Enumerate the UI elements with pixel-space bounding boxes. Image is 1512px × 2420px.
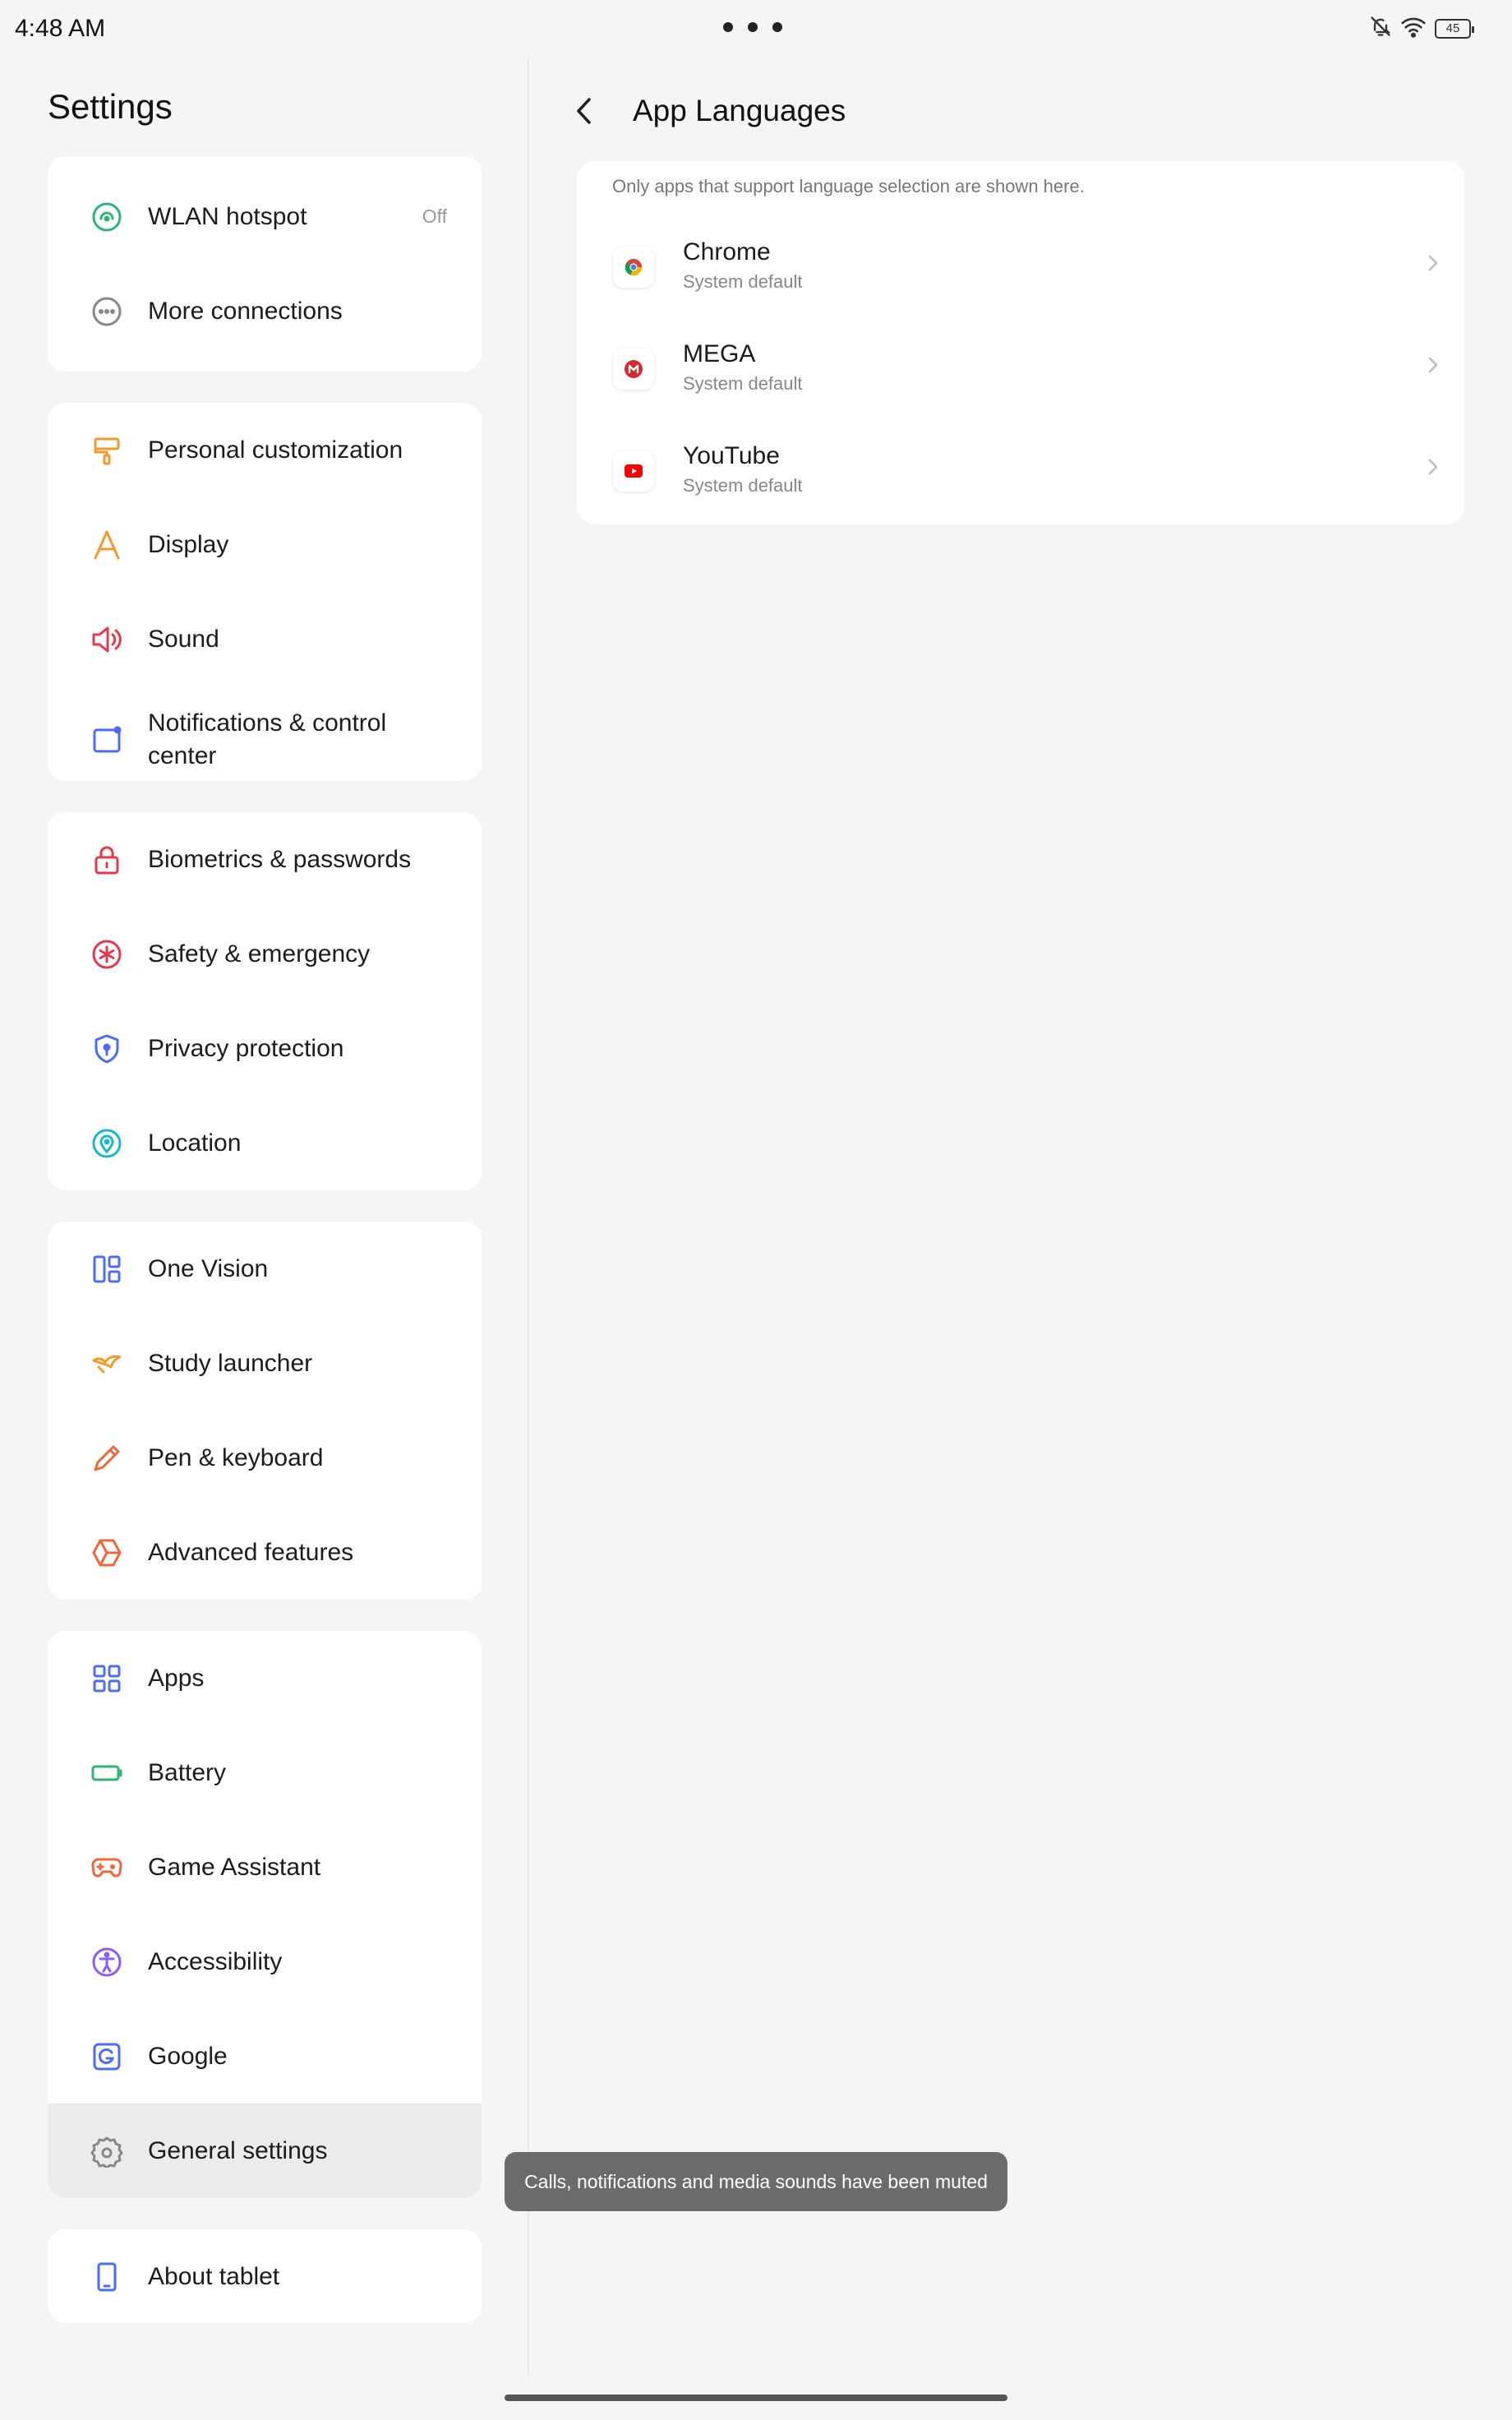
back-button[interactable] <box>559 86 608 136</box>
menu-item-about-tablet[interactable]: About tablet <box>48 2229 482 2323</box>
menu-item-pen-keyboard[interactable]: Pen & keyboard <box>48 1411 482 1505</box>
menu-item-safety-emergency[interactable]: Safety & emergency <box>48 907 482 1001</box>
gamepad-icon <box>90 1851 123 1884</box>
app-language: System default <box>683 271 803 292</box>
display-icon <box>90 529 123 561</box>
pane-divider <box>528 58 529 2376</box>
app-row-mega[interactable]: MEGA System default <box>577 316 1464 418</box>
settings-title: Settings <box>48 87 173 126</box>
page-title: App Languages <box>633 94 846 127</box>
menu-item-personal-customization[interactable]: Personal customization <box>48 403 482 497</box>
chevron-right-icon <box>1428 357 1438 373</box>
menu-item-game-assistant[interactable]: Game Assistant <box>48 1820 482 1914</box>
menu-item-location[interactable]: Location <box>48 1096 482 1190</box>
about-group: About tablet <box>48 2229 482 2323</box>
shield-icon <box>90 1032 123 1065</box>
security-group: Biometrics & passwords Safety & emergenc… <box>48 812 482 1190</box>
battery-setting-icon <box>90 1757 123 1790</box>
layout-icon <box>90 1253 123 1286</box>
menu-item-advanced-features[interactable]: Advanced features <box>48 1505 482 1600</box>
mega-icon <box>613 349 654 390</box>
apps-grid-icon <box>90 1662 123 1695</box>
accessibility-icon <box>90 1946 123 1979</box>
mute-bell-icon <box>1369 15 1392 42</box>
location-pin-icon <box>90 1127 123 1160</box>
more-connections-icon <box>90 295 123 328</box>
chevron-right-icon <box>1428 459 1438 475</box>
emergency-icon <box>90 938 123 971</box>
cube-icon <box>90 1536 123 1569</box>
chevron-left-icon <box>577 98 591 124</box>
menu-item-more-connections[interactable]: More connections <box>48 264 482 358</box>
personalization-group: Personal customization Display Sound Not… <box>48 403 482 781</box>
speaker-icon <box>90 623 123 656</box>
info-note: Only apps that support language selectio… <box>612 176 1085 196</box>
wlan-hotspot-status: Off <box>422 206 447 227</box>
google-icon <box>90 2040 123 2073</box>
chevron-right-icon <box>1428 255 1438 271</box>
lock-icon <box>90 843 123 876</box>
status-bar: 4:48 AM 45 <box>0 0 1512 58</box>
system-group: Apps Battery Game Assistant Accessibilit… <box>48 1631 482 2198</box>
menu-item-display[interactable]: Display <box>48 497 482 592</box>
app-language: System default <box>683 475 803 496</box>
menu-item-study-launcher[interactable]: Study launcher <box>48 1316 482 1411</box>
menu-item-one-vision[interactable]: One Vision <box>48 1222 482 1316</box>
menu-item-privacy[interactable]: Privacy protection <box>48 1001 482 1096</box>
menu-item-google[interactable]: Google <box>48 2009 482 2104</box>
multitask-dots[interactable] <box>723 22 782 32</box>
features-group: One Vision Study launcher Pen & keyboard… <box>48 1222 482 1600</box>
hotspot-icon <box>90 201 123 233</box>
chrome-icon <box>613 247 654 288</box>
app-language-list: Only apps that support language selectio… <box>577 161 1464 524</box>
wifi-icon <box>1400 15 1427 42</box>
mute-toast: Calls, notifications and media sounds ha… <box>505 2152 1007 2211</box>
menu-item-notifications[interactable]: Notifications & control center <box>48 686 482 781</box>
study-icon <box>90 1347 123 1380</box>
app-row-youtube[interactable]: YouTube System default <box>577 418 1464 520</box>
menu-item-biometrics[interactable]: Biometrics & passwords <box>48 812 482 907</box>
app-name: YouTube <box>683 442 780 469</box>
menu-item-apps[interactable]: Apps <box>48 1631 482 1725</box>
home-indicator[interactable] <box>505 2395 1007 2401</box>
connections-group: WLAN hotspot Off More connections <box>48 156 482 372</box>
status-time: 4:48 AM <box>15 15 106 42</box>
app-row-chrome[interactable]: Chrome System default <box>577 214 1464 316</box>
notifications-icon <box>90 723 123 756</box>
menu-item-accessibility[interactable]: Accessibility <box>48 1914 482 2009</box>
battery-icon: 45 <box>1435 18 1474 39</box>
app-language: System default <box>683 373 803 394</box>
youtube-icon <box>613 450 654 492</box>
detail-header: App Languages <box>559 82 846 140</box>
app-name: Chrome <box>683 238 771 266</box>
menu-item-battery[interactable]: Battery <box>48 1725 482 1820</box>
status-icons: 45 <box>1369 15 1474 42</box>
app-name: MEGA <box>683 340 756 367</box>
pen-icon <box>90 1442 123 1475</box>
menu-item-general-settings[interactable]: General settings <box>48 2104 482 2198</box>
menu-item-sound[interactable]: Sound <box>48 592 482 686</box>
gear-icon <box>90 2135 123 2168</box>
tablet-icon <box>90 2261 123 2293</box>
menu-item-wlan-hotspot[interactable]: WLAN hotspot Off <box>48 169 482 264</box>
paint-brush-icon <box>90 434 123 467</box>
